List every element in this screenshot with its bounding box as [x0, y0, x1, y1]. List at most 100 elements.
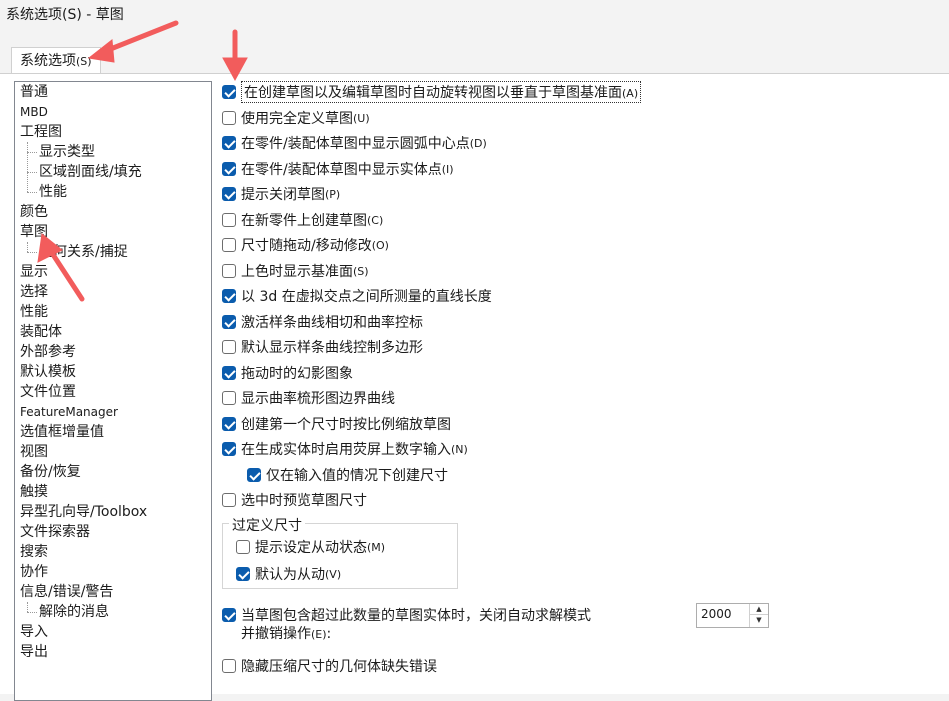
option-label: 尺寸随拖动/移动修改	[241, 238, 372, 254]
tree-item-mbd[interactable]: MBD	[20, 102, 48, 122]
checkbox-icon[interactable]	[222, 442, 236, 456]
option-curvature-comb-boundary[interactable]: 显示曲率梳形图边界曲线	[222, 387, 395, 409]
option-label: 隐藏压缩尺寸的几何体缺失错误	[241, 659, 437, 675]
option-line-length-3d[interactable]: 以 3d 在虚拟交点之间所测量的直线长度	[222, 285, 492, 307]
options-panel: 普通 MBD 工程图 显示类型 区域剖面线/填充 性能 颜色 草图 几何关系/捕…	[0, 73, 949, 701]
option-prompt-driven-state[interactable]: 提示设定从动状态 (M)	[236, 536, 385, 558]
option-label: 激活样条曲线相切和曲率控标	[241, 315, 423, 331]
tree-item-drawing-performance[interactable]: 性能	[39, 182, 67, 202]
tree-connector	[27, 242, 28, 252]
option-override-dims-on-drag[interactable]: 尺寸随拖动/移动修改 (O)	[222, 234, 389, 256]
option-entity-points[interactable]: 在零件/装配体草图中显示实体点 (I)	[222, 158, 454, 180]
tree-item-hole-wizard-toolbox[interactable]: 异型孔向导/Toolbox	[20, 502, 147, 522]
option-prompt-close-sketch[interactable]: 提示关闭草图 (P)	[222, 183, 340, 205]
option-label: 在零件/装配体草图中显示实体点	[241, 162, 442, 178]
tree-item-selection[interactable]: 选择	[20, 282, 48, 302]
tree-item-general[interactable]: 普通	[20, 82, 48, 102]
tab-label: 系统选项	[20, 53, 76, 69]
option-label: 上色时显示基准面	[241, 264, 353, 280]
tree-item-touch[interactable]: 触摸	[20, 482, 48, 502]
checkbox-icon[interactable]	[222, 417, 236, 431]
spin-down-icon[interactable]: ▼	[750, 615, 768, 626]
tree-item-display[interactable]: 显示	[20, 262, 48, 282]
tree-item-relations-snaps[interactable]: 几何关系/捕捉	[39, 242, 128, 262]
option-fully-defined-sketches[interactable]: 使用完全定义草图 (U)	[222, 107, 370, 129]
checkbox-icon[interactable]	[222, 213, 236, 227]
option-sketch-on-new-parts[interactable]: 在新零件上创建草图 (C)	[222, 209, 383, 231]
checkbox-icon[interactable]	[222, 289, 236, 303]
solver-threshold-spinbox[interactable]: 2000 ▲ ▼	[696, 603, 769, 628]
option-auto-rotate-view[interactable]: 在创建草图以及编辑草图时自动旋转视图以垂直于草图基准面(A)	[222, 81, 642, 103]
tab-strip: 系统选项(S)	[0, 34, 949, 75]
option-label: 在零件/装配体草图中显示圆弧中心点	[241, 136, 470, 152]
tree-item-import[interactable]: 导入	[20, 622, 48, 642]
tab-system-options[interactable]: 系统选项(S)	[11, 47, 101, 75]
checkbox-icon[interactable]	[222, 264, 236, 278]
checkbox-icon[interactable]	[222, 187, 236, 201]
option-set-driven-by-default[interactable]: 默认为从动 (V)	[236, 563, 341, 585]
window-title: 系统选项(S) - 草图	[0, 0, 949, 34]
tree-item-default-templates[interactable]: 默认模板	[20, 362, 76, 382]
tree-item-display-style[interactable]: 显示类型	[39, 142, 95, 162]
tree-item-drawings[interactable]: 工程图	[20, 122, 62, 142]
option-spline-handles[interactable]: 激活样条曲线相切和曲率控标	[222, 311, 423, 333]
option-label: 显示曲率梳形图边界曲线	[241, 391, 395, 407]
tree-item-assemblies[interactable]: 装配体	[20, 322, 62, 342]
checkbox-icon[interactable]	[222, 315, 236, 329]
tree-item-performance[interactable]: 性能	[20, 302, 48, 322]
checkbox-icon[interactable]	[236, 567, 250, 581]
option-hide-suppressed-dim-errors[interactable]: 隐藏压缩尺寸的几何体缺失错误	[222, 655, 437, 677]
option-label: 提示关闭草图	[241, 187, 325, 203]
tree-item-export[interactable]: 导出	[20, 642, 48, 662]
option-label: 在生成实体时启用荧屏上数字输入	[241, 442, 451, 458]
tree-connector	[27, 142, 28, 192]
option-label: 提示设定从动状态	[255, 540, 367, 556]
option-label: 当草图包含超过此数量的草图实体时，关闭自动求解模式	[241, 608, 591, 624]
tree-item-spin-box-increments[interactable]: 选值框增量值	[20, 422, 104, 442]
checkbox-icon[interactable]	[236, 540, 250, 554]
option-label: 在创建草图以及编辑草图时自动旋转视图以垂直于草图基准面	[244, 85, 622, 101]
tree-item-backup-recover[interactable]: 备份/恢复	[20, 462, 81, 482]
option-on-screen-numeric-input[interactable]: 在生成实体时启用荧屏上数字输入 (N)	[222, 438, 468, 460]
tree-item-sketch[interactable]: 草图	[20, 222, 48, 242]
checkbox-icon[interactable]	[222, 85, 236, 99]
tree-item-messages-errors-warnings[interactable]: 信息/错误/警告	[20, 582, 113, 602]
option-create-dim-only-when-entered[interactable]: 仅在输入值的情况下创建尺寸	[247, 464, 448, 486]
option-show-plane-when-shaded[interactable]: 上色时显示基准面 (S)	[222, 260, 369, 282]
checkbox-icon[interactable]	[222, 136, 236, 150]
checkbox-icon[interactable]	[222, 162, 236, 176]
tree-item-collaboration[interactable]: 协作	[20, 562, 48, 582]
option-label: 使用完全定义草图	[241, 111, 353, 127]
option-arc-centerpoints[interactable]: 在零件/装配体草图中显示圆弧中心点 (D)	[222, 132, 487, 154]
tree-connector	[27, 602, 28, 612]
checkbox-icon[interactable]	[222, 493, 236, 507]
checkbox-icon[interactable]	[222, 340, 236, 354]
checkbox-icon[interactable]	[222, 391, 236, 405]
option-preview-sketch-dims[interactable]: 选中时预览草图尺寸	[222, 489, 367, 511]
option-scale-sketch-first-dim[interactable]: 创建第一个尺寸时按比例缩放草图	[222, 413, 451, 435]
checkbox-icon[interactable]	[222, 659, 236, 673]
options-tree[interactable]: 普通 MBD 工程图 显示类型 区域剖面线/填充 性能 颜色 草图 几何关系/捕…	[14, 81, 212, 701]
tree-item-file-explorer[interactable]: 文件探索器	[20, 522, 90, 542]
checkbox-icon[interactable]	[222, 238, 236, 252]
tree-item-dismissed-messages[interactable]: 解除的消息	[39, 602, 109, 622]
tree-item-colors[interactable]: 颜色	[20, 202, 48, 222]
checkbox-icon[interactable]	[222, 366, 236, 380]
tree-item-featuremanager[interactable]: FeatureManager	[20, 402, 118, 422]
option-turn-off-auto-solve[interactable]: 当草图包含超过此数量的草图实体时，关闭自动求解模式	[222, 605, 591, 625]
tree-item-external-references[interactable]: 外部参考	[20, 342, 76, 362]
tree-item-view[interactable]: 视图	[20, 442, 48, 462]
option-ghost-image-on-drag[interactable]: 拖动时的幻影图象	[222, 362, 353, 384]
checkbox-icon[interactable]	[222, 111, 236, 125]
tree-item-file-locations[interactable]: 文件位置	[20, 382, 76, 402]
solver-threshold-value[interactable]: 2000	[701, 607, 732, 621]
checkbox-icon[interactable]	[247, 468, 261, 482]
tree-connector	[27, 152, 37, 153]
option-label: 在新零件上创建草图	[241, 213, 367, 229]
checkbox-icon[interactable]	[222, 608, 236, 622]
tree-item-search[interactable]: 搜索	[20, 542, 48, 562]
spin-up-icon[interactable]: ▲	[750, 604, 768, 615]
tree-item-area-hatch[interactable]: 区域剖面线/填充	[39, 162, 142, 182]
option-spline-control-polygon[interactable]: 默认显示样条曲线控制多边形	[222, 336, 423, 358]
option-label: 拖动时的幻影图象	[241, 366, 353, 382]
